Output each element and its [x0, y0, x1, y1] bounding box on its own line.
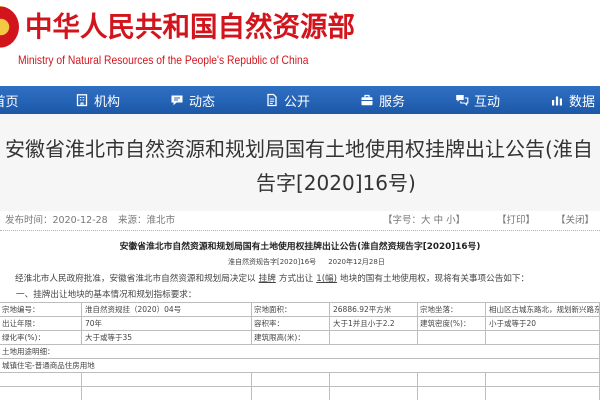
- table-cell-empty: [486, 387, 600, 400]
- document-number: 淮自然资规告字[2020]16号: [228, 258, 317, 266]
- table-cell-empty: [0, 387, 82, 400]
- table-cell-empty: [82, 387, 252, 400]
- table-row: 宗地编号： 淮自然资规挂（2020）04号 宗地面积： 26886.92平方米 宗地坐落…: [0, 303, 600, 317]
- table-cell-empty: [252, 387, 330, 400]
- table-value: 大于1并且小于2.2: [330, 317, 418, 330]
- table-cell-empty: [486, 331, 600, 344]
- table-label: 宗地面积：: [252, 303, 330, 316]
- font-size-suffix: 】: [455, 215, 466, 226]
- nav-item-interaction[interactable]: 互动: [430, 86, 525, 114]
- table-row: 出让年限： 70年 容积率： 大于1并且小于2.2 建筑密度(%)： 小于或等于20: [0, 317, 600, 331]
- nav-item-label: 首页: [0, 94, 19, 110]
- table-value: 小于或等于20: [486, 317, 600, 330]
- font-size-small-button[interactable]: 小: [446, 215, 456, 226]
- font-size-control: 【字号：大 中 小】: [383, 213, 465, 229]
- table-row: [0, 387, 600, 400]
- table-row: 城镇住宅-普通商品住房用地: [0, 359, 600, 373]
- document-number-line: 淮自然资规告字[2020]16号 2020年12月28日: [228, 256, 385, 268]
- print-button[interactable]: 【打印】: [497, 213, 535, 229]
- intro-text: 经淮北市人民政府批准，安徽省淮北市自然资源和规划局决定以: [15, 274, 256, 284]
- nav-item-label: 数据: [568, 94, 595, 110]
- table-cell-empty: [82, 373, 252, 386]
- service-icon: [361, 94, 373, 106]
- announcement-document: 安徽省淮北市自然资源和规划局国有土地使用权挂牌出让公告(淮自然资规告字[2020…: [0, 235, 600, 400]
- nav-item-data[interactable]: 数据: [525, 86, 600, 114]
- document-heading: 安徽省淮北市自然资源和规划局国有土地使用权挂牌出让公告(淮自然资规告字[2020…: [119, 242, 481, 252]
- table-value: 大于或等于35: [82, 331, 252, 344]
- table-cell-empty: [330, 331, 418, 344]
- nav-item-disclosure[interactable]: 公开: [240, 86, 335, 114]
- table-row: 土地用途明细：: [0, 345, 600, 359]
- table-row: [0, 373, 600, 387]
- national-emblem-icon[interactable]: [0, 6, 19, 48]
- nav-item-service[interactable]: 服务: [335, 86, 430, 114]
- font-size-large-button[interactable]: 大: [421, 215, 431, 226]
- table-label: 宗地编号：: [0, 303, 82, 316]
- article-source: 来源：淮北市: [118, 215, 176, 226]
- nav-item-organization[interactable]: 机构: [50, 86, 145, 114]
- transfer-method: 挂牌: [258, 274, 276, 284]
- intro-text: 方式出让: [278, 274, 314, 284]
- table-cell-empty: [418, 331, 486, 344]
- meta-divider: [0, 230, 600, 231]
- table-label: 绿化率(%)：: [0, 331, 82, 344]
- table-cell-empty: [252, 373, 330, 386]
- table-cell-empty: [486, 373, 600, 386]
- publish-date: 发布时间：2020-12-28: [5, 215, 108, 226]
- nav-item-home[interactable]: 首页: [0, 86, 50, 114]
- news-icon: [171, 95, 183, 106]
- building-icon: [76, 94, 88, 107]
- intro-paragraph: 经淮北市人民政府批准，安徽省淮北市自然资源和规划局决定以 挂牌 方式出让 1(幅) 地块…: [15, 273, 600, 285]
- nav-item-news[interactable]: 动态: [145, 86, 240, 114]
- data-chart-icon: [551, 96, 562, 106]
- article-meta: 发布时间：2020-12-28 来源：淮北市 【字号：大 中 小】 【打印】 【…: [0, 213, 600, 229]
- nav-item-label: 动态: [188, 94, 215, 110]
- document-date: 2020年12月28日: [328, 258, 385, 266]
- site-title-en: Ministry of Natural Resources of the Peo…: [18, 53, 309, 67]
- table-cell-empty: [418, 373, 486, 386]
- section-heading: 一、挂牌出让地块的基本情况和规划指标要求：: [16, 290, 197, 300]
- font-size-medium-button[interactable]: 中: [434, 215, 444, 226]
- table-value: 70年: [82, 317, 252, 330]
- intro-text: 地块的国有土地使用权，现将有关事项公告如下：: [340, 274, 530, 284]
- table-cell-empty: [330, 373, 418, 386]
- table-label: 容积率：: [252, 317, 330, 330]
- article-title-line2: 告字[2020]16号): [256, 171, 416, 195]
- table-row: 绿化率(%)： 大于或等于35 建筑限高(米)：: [0, 331, 600, 345]
- table-label: 土地用途明细：: [0, 345, 600, 358]
- table-value: 淮自然资规挂（2020）04号: [82, 303, 252, 316]
- table-value: 相山区古城东路北，规划新兴路东: [486, 303, 600, 316]
- article-title-area: 安徽省淮北市自然资源和规划局国有土地使用权挂牌出让公告(淮自 告字[2020]1…: [0, 114, 600, 211]
- font-size-prefix: 【字号：: [383, 215, 422, 226]
- table-label: 建筑密度(%)：: [418, 317, 486, 330]
- disclosure-icon: [267, 93, 277, 107]
- table-label: 出让年限：: [0, 317, 82, 330]
- table-label: 城镇住宅-普通商品住房用地: [0, 359, 600, 372]
- nav-item-label: 公开: [283, 94, 310, 110]
- interaction-icon: [456, 95, 469, 107]
- parcel-count: 1(幅): [316, 274, 338, 284]
- table-label: 建筑限高(米)：: [252, 331, 330, 344]
- table-cell-empty: [418, 387, 486, 400]
- main-nav: 首页 机构 动态 公开 服务 互动: [0, 86, 600, 114]
- table-label: 宗地坐落：: [418, 303, 486, 316]
- parcel-table: 宗地编号： 淮自然资规挂（2020）04号 宗地面积： 26886.92平方米 宗地坐落…: [0, 302, 600, 400]
- nav-item-label: 互动: [473, 94, 500, 110]
- site-header: 中华人民共和国自然资源部 Ministry of Natural Resourc…: [0, 0, 600, 86]
- site-title-cn[interactable]: 中华人民共和国自然资源部: [25, 9, 355, 45]
- nav-item-label: 机构: [93, 94, 120, 110]
- table-value: 26886.92平方米: [330, 303, 418, 316]
- table-cell-empty: [0, 373, 82, 386]
- article-title-line1: 安徽省淮北市自然资源和规划局国有土地使用权挂牌出让公告(淮自: [5, 137, 593, 161]
- nav-item-label: 服务: [378, 94, 405, 110]
- table-cell-empty: [330, 387, 418, 400]
- close-button[interactable]: 【关闭】: [556, 213, 594, 229]
